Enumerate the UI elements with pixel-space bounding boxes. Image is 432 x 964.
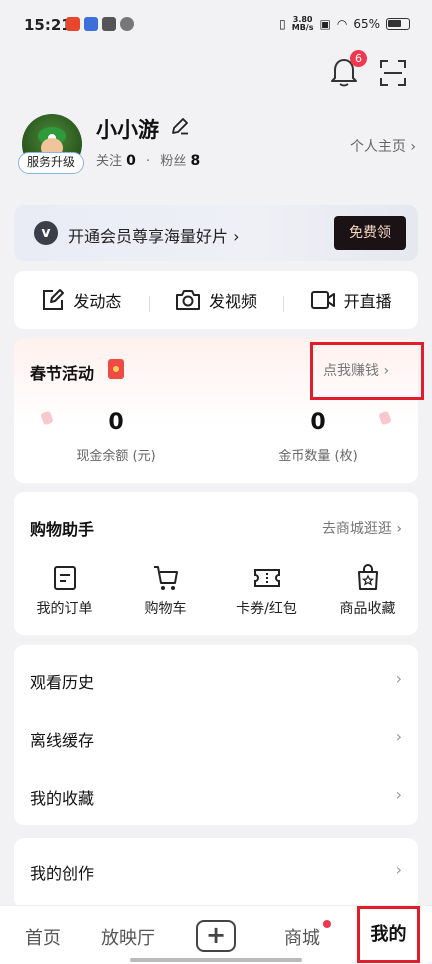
creation-card: 我的创作 ›	[14, 838, 418, 908]
post-update-button[interactable]: 发动态	[14, 288, 149, 312]
vip-logo-icon: v	[34, 221, 58, 245]
post-video-button[interactable]: 发视频	[148, 288, 284, 312]
network-speed: 3.80 MB/s	[292, 16, 314, 32]
battery-text: 65%	[353, 17, 380, 31]
chevron-right-icon: ›	[395, 669, 402, 688]
go-to-mall-link[interactable]: 去商城逛逛 ›	[322, 518, 402, 538]
shopping-assistant-card: 购物助手 去商城逛逛 › 我的订单 购物车 卡券/红包 商品收藏	[14, 492, 418, 635]
nav-theater[interactable]: 放映厅	[101, 924, 155, 950]
bottom-navigation: 首页 放映厅 + 商城 我的	[0, 905, 432, 964]
history-list-card: 观看历史 › 离线缓存 › 我的收藏 ›	[14, 645, 418, 825]
status-time: 15:21	[24, 16, 72, 34]
wifi-icon: ◠	[336, 17, 348, 31]
favorite-goods-button[interactable]: 商品收藏	[317, 564, 418, 618]
red-packet-icon	[108, 359, 124, 379]
cart-icon	[153, 566, 178, 590]
chevron-right-icon: ›	[395, 727, 402, 746]
earn-money-link[interactable]: 点我赚钱 ›	[310, 342, 424, 400]
cash-balance-value: 0	[108, 410, 124, 435]
homepage-link[interactable]: 个人主页 ›	[350, 136, 416, 156]
watch-history-label: 观看历史	[30, 673, 95, 692]
spring-festival-card: 春节活动 点我赚钱 › 0 现金余额 (元) 0 金币数量 (枚)	[14, 338, 424, 483]
vip-free-claim-button[interactable]: 免费领	[334, 216, 406, 250]
cart-label: 购物车	[144, 601, 187, 617]
battery-icon	[386, 18, 410, 30]
order-icon	[53, 566, 76, 590]
quick-actions-card: 发动态 发视频 开直播	[14, 271, 418, 329]
shopping-items: 我的订单 购物车 卡券/红包 商品收藏	[14, 564, 418, 618]
offline-cache-label: 离线缓存	[30, 731, 95, 750]
chevron-right-icon: ›	[395, 860, 402, 879]
favorite-goods-label: 商品收藏	[339, 601, 396, 617]
cash-balance-stat[interactable]: 0 现金余额 (元)	[36, 410, 196, 464]
following-label: 关注	[96, 154, 123, 169]
list-item-watch-history[interactable]: 观看历史 ›	[30, 669, 402, 693]
vip-banner[interactable]: v 开通会员尊享海量好片 › 免费领	[14, 205, 418, 261]
cart-button[interactable]: 购物车	[115, 564, 216, 618]
network-speed-unit: MB/s	[291, 23, 314, 32]
following-count[interactable]: 0	[126, 153, 136, 169]
nav-me[interactable]: 我的	[357, 906, 420, 963]
vibrate-icon: ▯	[279, 17, 286, 31]
home-indicator[interactable]	[130, 958, 302, 962]
create-plus-button[interactable]: +	[196, 920, 236, 952]
status-indicators: ▯ 3.80 MB/s ▣ ◠ 65%	[279, 16, 410, 32]
shopping-title: 购物助手	[30, 520, 95, 539]
edit-post-icon	[43, 289, 65, 310]
my-creations-label: 我的创作	[30, 864, 95, 883]
live-video-icon	[310, 291, 335, 309]
coupons-label: 卡券/红包	[236, 601, 297, 617]
nav-home[interactable]: 首页	[25, 924, 61, 950]
follow-stats: 关注 0 · 粉丝 8	[96, 150, 200, 169]
list-item-my-creations[interactable]: 我的创作 ›	[30, 860, 402, 884]
coupons-button[interactable]: 卡券/红包	[216, 564, 317, 618]
app-notification-icon	[120, 17, 134, 31]
my-favorites-label: 我的收藏	[30, 789, 95, 808]
post-video-label: 发视频	[209, 292, 258, 311]
app-notification-icon	[102, 17, 116, 31]
status-app-icons	[66, 17, 134, 31]
coin-count-label: 金币数量 (枚)	[278, 449, 358, 464]
coin-count-stat[interactable]: 0 金币数量 (枚)	[238, 410, 398, 464]
my-orders-button[interactable]: 我的订单	[14, 564, 115, 618]
stats-separator: ·	[146, 154, 151, 169]
list-item-my-favorites[interactable]: 我的收藏 ›	[30, 785, 402, 809]
edit-name-icon[interactable]	[170, 116, 190, 136]
cash-balance-label: 现金余额 (元)	[76, 449, 156, 464]
app-notification-icon	[66, 17, 80, 31]
camera-icon	[176, 290, 200, 310]
start-live-label: 开直播	[343, 292, 392, 311]
list-item-offline-cache[interactable]: 离线缓存 ›	[30, 727, 402, 751]
vip-banner-text: 开通会员尊享海量好片 ›	[68, 227, 240, 246]
scan-icon[interactable]	[380, 60, 406, 86]
chevron-right-icon: ›	[395, 785, 402, 804]
sim-icon: ▣	[319, 17, 331, 31]
festival-title: 春节活动	[30, 364, 95, 383]
coupon-icon	[253, 569, 280, 587]
fans-label: 粉丝	[160, 154, 187, 169]
notification-badge: 6	[350, 50, 367, 67]
coin-count-value: 0	[310, 410, 326, 435]
username: 小小游	[96, 118, 159, 142]
mall-notification-dot	[323, 920, 331, 928]
favorite-goods-icon	[357, 564, 378, 590]
app-notification-icon	[84, 17, 98, 31]
fans-count[interactable]: 8	[190, 153, 200, 169]
status-bar: 15:21 ▯ 3.80 MB/s ▣ ◠ 65%	[0, 0, 432, 52]
start-live-button[interactable]: 开直播	[283, 288, 418, 312]
nav-mall[interactable]: 商城	[284, 924, 320, 950]
post-update-label: 发动态	[73, 292, 122, 311]
my-orders-label: 我的订单	[36, 601, 93, 617]
service-upgrade-badge[interactable]: 服务升级	[18, 152, 84, 174]
